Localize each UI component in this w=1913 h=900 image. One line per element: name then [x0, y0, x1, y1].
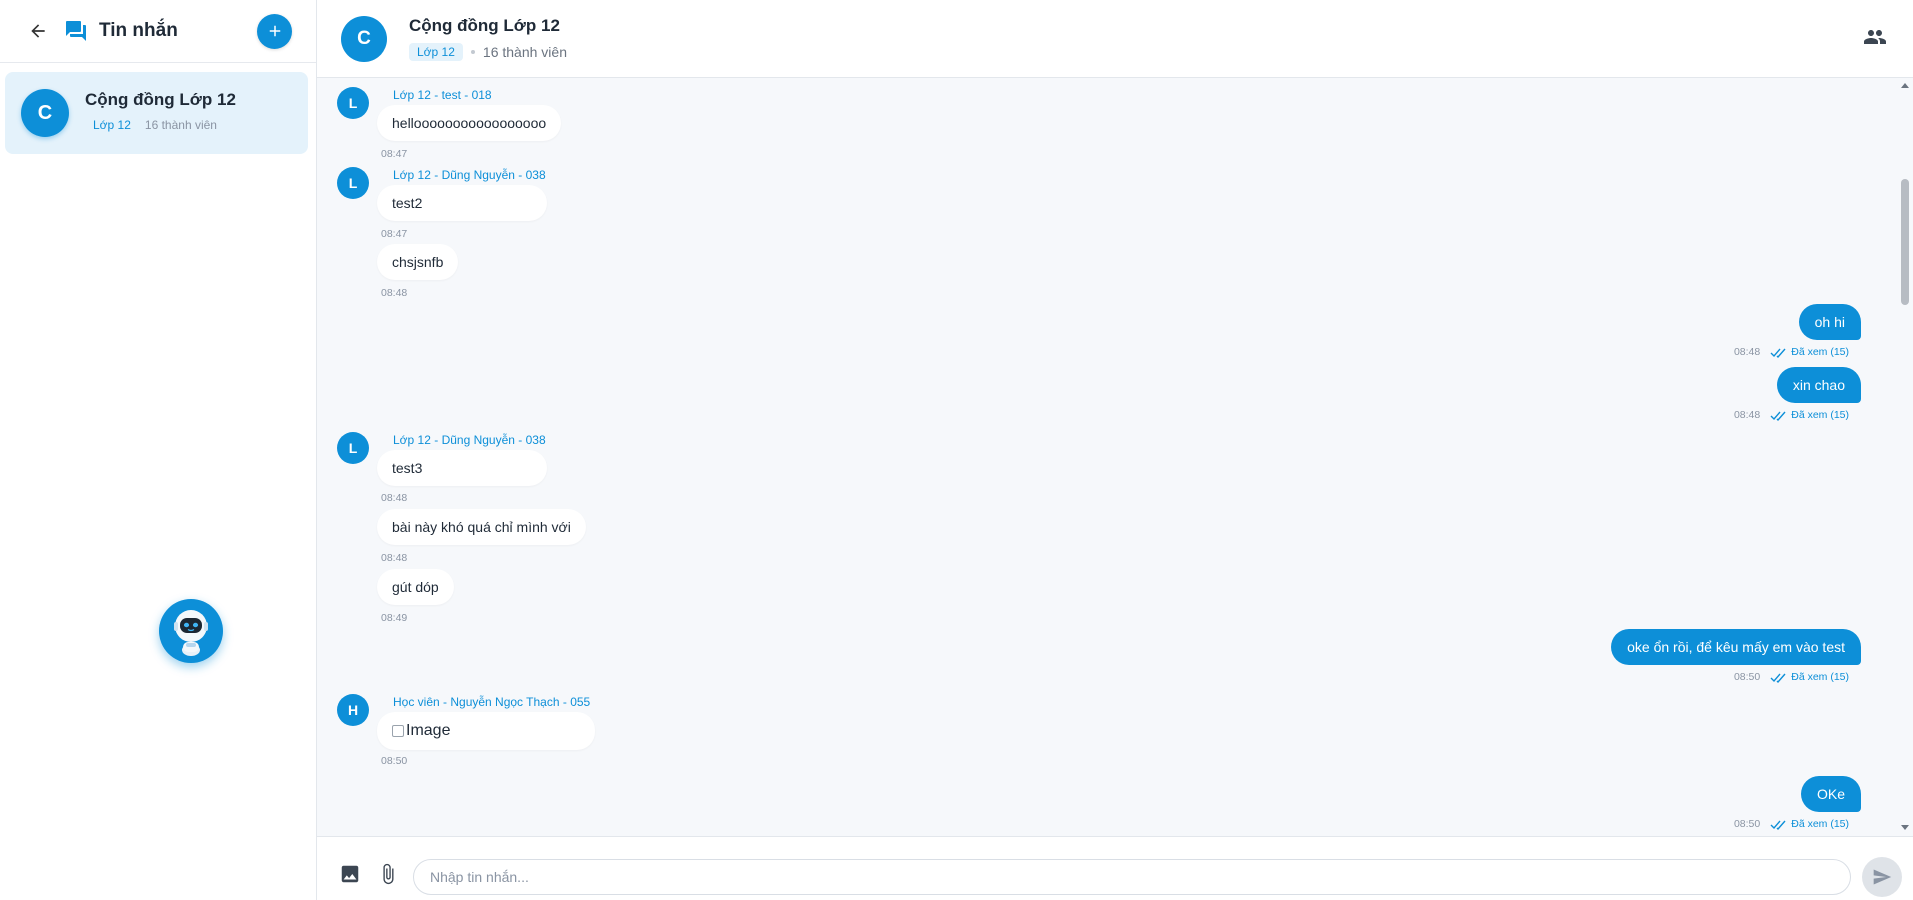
send-icon	[1873, 869, 1892, 885]
image-icon	[341, 865, 359, 883]
message-bubble[interactable]: test3	[377, 450, 547, 486]
sender-name: Học viên - Nguyễn Ngọc Thạch - 055	[393, 695, 591, 709]
attach-image-button[interactable]	[337, 861, 363, 887]
sidebar: Tin nhắn C Cộng đồng Lớp 12 Lớp 12 16 th…	[0, 0, 317, 900]
attach-file-button[interactable]	[375, 861, 401, 887]
member-count: 16 thành viên	[482, 44, 567, 60]
class-tag: Lớp 12	[93, 118, 131, 132]
message-time: 08:50	[1733, 818, 1761, 830]
plus-icon	[269, 25, 280, 37]
broken-image-icon	[392, 725, 404, 737]
message-status: 08:50 Đã xem (15)	[1734, 818, 1849, 830]
message-time: 08:50	[1733, 671, 1761, 683]
seen-status: Đã xem (15)	[1791, 409, 1849, 421]
message-bubble[interactable]: bài này khó quá chỉ mình với	[377, 509, 586, 545]
sender-name: Lớp 12 - Dũng Nguyễn - 038	[393, 433, 546, 447]
message-status: 08:48 Đã xem (15)	[1734, 409, 1849, 421]
attachment-icon	[383, 863, 394, 885]
message-status: 08:50 Đã xem (15)	[1734, 671, 1849, 683]
chat-title: Cộng đồng Lớp 12	[409, 16, 560, 35]
sender-name: Lớp 12 - test - 018	[393, 88, 492, 102]
conversation-item[interactable]: C Cộng đồng Lớp 12 Lớp 12 16 thành viên	[5, 72, 308, 154]
seen-status: Đã xem (15)	[1791, 346, 1849, 358]
separator-dot	[470, 50, 475, 54]
seen-status: Đã xem (15)	[1791, 818, 1849, 830]
message-time: 08:48	[381, 492, 408, 504]
arrow-left-icon	[31, 24, 45, 38]
message-bubble[interactable]: oke ổn rồi, để kêu mấy em vào test	[1611, 629, 1861, 665]
double-check-icon	[1770, 411, 1786, 421]
message-bubble[interactable]: hellooooooooooooooooo	[377, 105, 562, 141]
message-time: 08:49	[381, 612, 408, 624]
message-bubble[interactable]: xin chao	[1776, 367, 1861, 403]
message-time: 08:48	[1733, 346, 1761, 358]
message-bubble[interactable]: oh hi	[1798, 304, 1861, 340]
members-button[interactable]	[1861, 26, 1889, 48]
avatar: L	[337, 432, 369, 464]
message-bubble[interactable]: chsjsnfb	[377, 244, 459, 280]
sidebar-title: Tin nhắn	[99, 20, 178, 41]
message-input[interactable]	[413, 859, 1851, 895]
double-check-icon	[1770, 673, 1786, 683]
scrollbar-thumb[interactable]	[1901, 179, 1909, 305]
message-composer	[317, 836, 1913, 900]
message-time: 08:47	[381, 228, 408, 240]
class-tag: Lớp 12	[409, 43, 463, 61]
avatar: C	[21, 89, 69, 137]
scroll-up-arrow[interactable]	[1901, 83, 1909, 88]
chat-icon	[64, 19, 90, 43]
message-time: 08:48	[381, 287, 408, 299]
double-check-icon	[1770, 348, 1786, 358]
people-icon	[1864, 30, 1886, 44]
avatar: L	[337, 87, 369, 119]
avatar: H	[337, 694, 369, 726]
image-alt-text: Image	[406, 722, 451, 739]
message-list[interactable]: L Lớp 12 - test - 018 helloooooooooooooo…	[317, 78, 1913, 836]
avatar: C	[341, 15, 387, 62]
chatbot-button[interactable]	[159, 599, 223, 663]
message-bubble[interactable]: gút dóp	[377, 569, 454, 605]
robot-icon	[174, 610, 208, 656]
sender-name: Lớp 12 - Dũng Nguyễn - 038	[393, 168, 546, 182]
chat-panel: C Cộng đồng Lớp 12 Lớp 12 16 thành viên …	[317, 0, 1913, 900]
scrollbar[interactable]	[1897, 78, 1913, 836]
sidebar-header: Tin nhắn	[0, 0, 316, 63]
message-bubble[interactable]: test2	[377, 185, 547, 221]
message-time: 08:47	[381, 148, 408, 160]
message-status: 08:48 Đã xem (15)	[1734, 346, 1849, 358]
message-time: 08:48	[1733, 409, 1761, 421]
message-time: 08:48	[381, 552, 408, 564]
message-bubble[interactable]: OKe	[1800, 776, 1861, 812]
back-button[interactable]	[26, 19, 50, 43]
conversation-name: Cộng đồng Lớp 12	[85, 90, 236, 109]
avatar: L	[337, 167, 369, 199]
message-time: 08:50	[381, 755, 408, 767]
image-message[interactable]: Image	[377, 712, 595, 750]
scroll-down-arrow[interactable]	[1901, 825, 1909, 830]
member-count: 16 thành viên	[144, 118, 217, 132]
double-check-icon	[1770, 820, 1786, 830]
chat-header: C Cộng đồng Lớp 12 Lớp 12 16 thành viên	[317, 0, 1913, 78]
new-conversation-button[interactable]	[257, 13, 292, 49]
send-button[interactable]	[1862, 857, 1902, 897]
seen-status: Đã xem (15)	[1791, 671, 1849, 683]
